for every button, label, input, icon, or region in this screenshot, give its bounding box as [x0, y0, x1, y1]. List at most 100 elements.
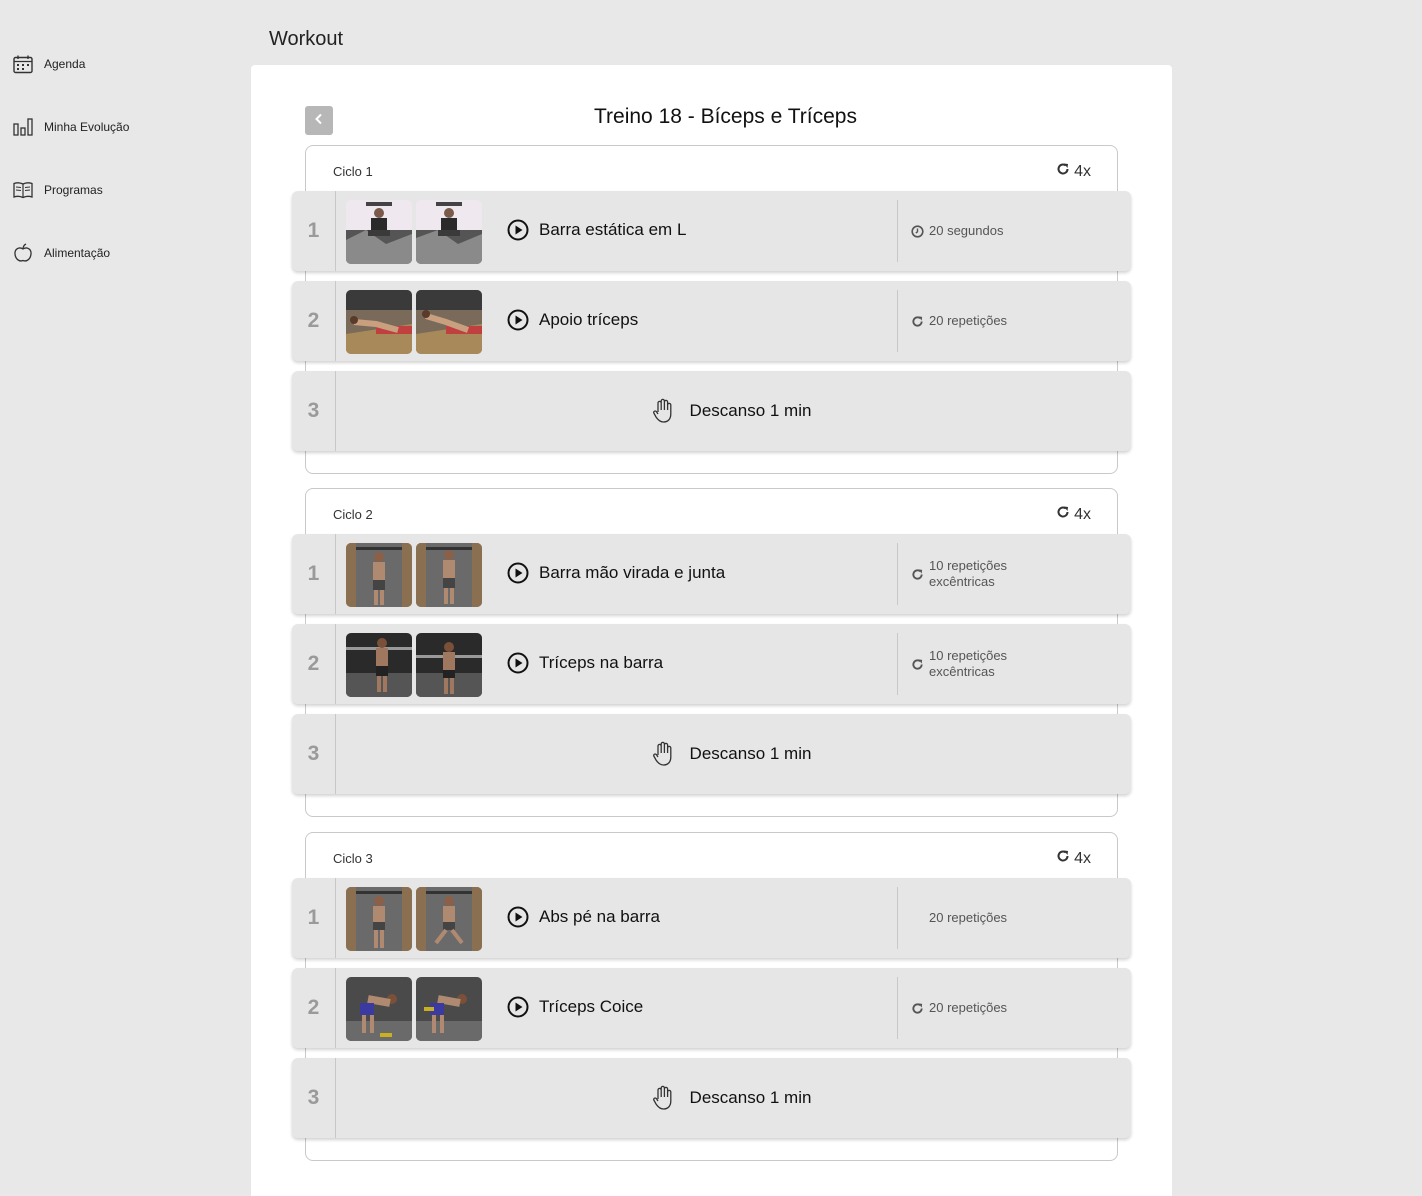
exercise-thumbnail — [416, 977, 482, 1041]
row-number: 1 — [292, 534, 336, 614]
exercise-name-text: Tríceps na barra — [539, 653, 664, 672]
exercise-thumbnail — [346, 543, 412, 607]
cycle-card: Ciclo 1 4x 1 Barra estática em L 20 segu… — [292, 145, 1131, 474]
cycle-repeat-count: 4x — [1074, 505, 1091, 523]
exercise-name[interactable]: Abs pé na barra — [507, 906, 660, 928]
sidebar-item-programas[interactable]: Programas — [12, 175, 232, 205]
exercise-detail-text: 10 repetições excêntricas — [929, 558, 1008, 589]
back-button[interactable] — [305, 106, 333, 135]
exercise-thumbnail — [416, 887, 482, 951]
exercise-name[interactable]: Tríceps Coice — [507, 996, 643, 1018]
calendar-icon — [12, 53, 34, 75]
repeat-icon — [911, 658, 927, 671]
repeat-icon — [1056, 505, 1070, 524]
sidebar-item-agenda[interactable]: Agenda — [12, 49, 232, 79]
play-icon[interactable] — [507, 906, 529, 928]
chevron-left-icon — [314, 112, 324, 130]
exercise-name-text: Barra estática em L — [539, 220, 687, 239]
exercise-row[interactable]: 2 Tríceps Coice 20 repetições — [292, 968, 1131, 1048]
hand-icon — [652, 398, 676, 424]
book-icon — [12, 179, 34, 201]
exercise-thumbnail — [346, 887, 412, 951]
sidebar: Agenda Minha Evolução Programas Alimenta… — [0, 0, 250, 1196]
exercise-thumbnail — [416, 543, 482, 607]
exercise-thumbnail — [416, 633, 482, 697]
divider — [897, 543, 898, 605]
sidebar-item-label: Alimentação — [44, 246, 111, 260]
play-icon[interactable] — [507, 562, 529, 584]
repeat-icon — [1056, 162, 1070, 181]
exercise-detail: 10 repetições excêntricas — [911, 624, 1069, 704]
page-title: Workout — [269, 28, 344, 50]
divider — [897, 887, 898, 949]
exercise-name[interactable]: Barra estática em L — [507, 219, 686, 241]
exercise-thumbnails — [346, 290, 482, 354]
exercise-row[interactable]: 1 Barra estática em L 20 segundos — [292, 191, 1131, 271]
divider — [897, 977, 898, 1039]
row-number: 2 — [292, 968, 336, 1048]
exercise-thumbnails — [346, 977, 482, 1041]
repeat-icon — [911, 315, 927, 328]
workout-panel: Treino 18 - Bíceps e Tríceps Ciclo 1 4x … — [251, 65, 1172, 1196]
cycle-label: Ciclo 3 — [333, 851, 373, 866]
exercise-thumbnails — [346, 200, 482, 264]
exercise-detail: 20 repetições — [911, 878, 1069, 958]
repeat-icon — [911, 1002, 927, 1015]
play-icon[interactable] — [507, 219, 529, 241]
exercise-thumbnail — [346, 977, 412, 1041]
sidebar-item-label: Minha Evolução — [44, 120, 130, 134]
exercise-name[interactable]: Apoio tríceps — [507, 309, 638, 331]
exercise-name-text: Tríceps Coice — [539, 997, 644, 1016]
exercise-row[interactable]: 2 Tríceps na barra 10 repetições excêntr… — [292, 624, 1131, 704]
exercise-thumbnail — [416, 200, 482, 264]
cycle-label: Ciclo 1 — [333, 164, 373, 179]
exercise-name-text: Barra mão virada e junta — [539, 563, 726, 582]
exercise-detail: 20 repetições — [911, 281, 1069, 361]
rest-label-text: Descanso 1 min — [689, 401, 812, 420]
exercise-thumbnail — [346, 200, 412, 264]
rest-label-text: Descanso 1 min — [689, 744, 812, 763]
exercise-detail-text: 20 repetições — [929, 1000, 1008, 1015]
repeat-icon — [911, 568, 927, 581]
exercise-thumbnails — [346, 633, 482, 697]
divider — [897, 633, 898, 695]
bar-chart-icon — [12, 116, 34, 138]
hand-icon — [652, 1085, 676, 1111]
sidebar-item-minha-evolucao[interactable]: Minha Evolução — [12, 112, 232, 142]
hand-icon — [652, 741, 676, 767]
exercise-detail: 10 repetições excêntricas — [911, 534, 1069, 614]
exercise-row[interactable]: 2 Apoio tríceps 20 repetições — [292, 281, 1131, 361]
exercise-row[interactable]: 1 Abs pé na barra 20 repetições — [292, 878, 1131, 958]
play-icon[interactable] — [507, 309, 529, 331]
sidebar-item-alimentacao[interactable]: Alimentação — [12, 238, 232, 268]
rest-row: 3 Descanso 1 min — [292, 714, 1131, 794]
exercise-detail-text: 20 repetições — [929, 313, 1008, 328]
exercise-name[interactable]: Barra mão virada e junta — [507, 562, 725, 584]
rest-label: Descanso 1 min — [292, 1058, 1131, 1138]
apple-icon — [12, 242, 34, 264]
exercise-detail: 20 segundos — [911, 191, 1069, 271]
play-icon[interactable] — [507, 652, 529, 674]
cycle-repeat-count: 4x — [1074, 849, 1091, 867]
exercise-thumbnail — [346, 290, 412, 354]
cycle-repeat: 4x — [1056, 505, 1091, 524]
exercise-name[interactable]: Tríceps na barra — [507, 652, 663, 674]
exercise-name-text: Abs pé na barra — [539, 907, 660, 926]
workout-title: Treino 18 - Bíceps e Tríceps — [593, 105, 857, 128]
row-number: 2 — [292, 624, 336, 704]
sidebar-item-label: Programas — [44, 183, 103, 197]
clock-icon — [911, 224, 927, 238]
rest-label-text: Descanso 1 min — [689, 1088, 812, 1107]
rest-label: Descanso 1 min — [292, 714, 1131, 794]
exercise-thumbnails — [346, 543, 482, 607]
cycle-card: Ciclo 2 4x 1 Barra mão virada e junta 10… — [292, 488, 1131, 817]
exercise-detail-text: 10 repetições excêntricas — [929, 648, 1008, 679]
divider — [897, 200, 898, 262]
exercise-detail-text: 20 repetições — [929, 910, 1008, 925]
cycle-repeat-count: 4x — [1074, 162, 1091, 180]
cycle-card: Ciclo 3 4x 1 Abs pé na barra 20 repetiçõ… — [292, 832, 1131, 1161]
exercise-row[interactable]: 1 Barra mão virada e junta 10 repetições… — [292, 534, 1131, 614]
play-icon[interactable] — [507, 996, 529, 1018]
exercise-thumbnails — [346, 887, 482, 951]
exercise-thumbnail — [346, 633, 412, 697]
